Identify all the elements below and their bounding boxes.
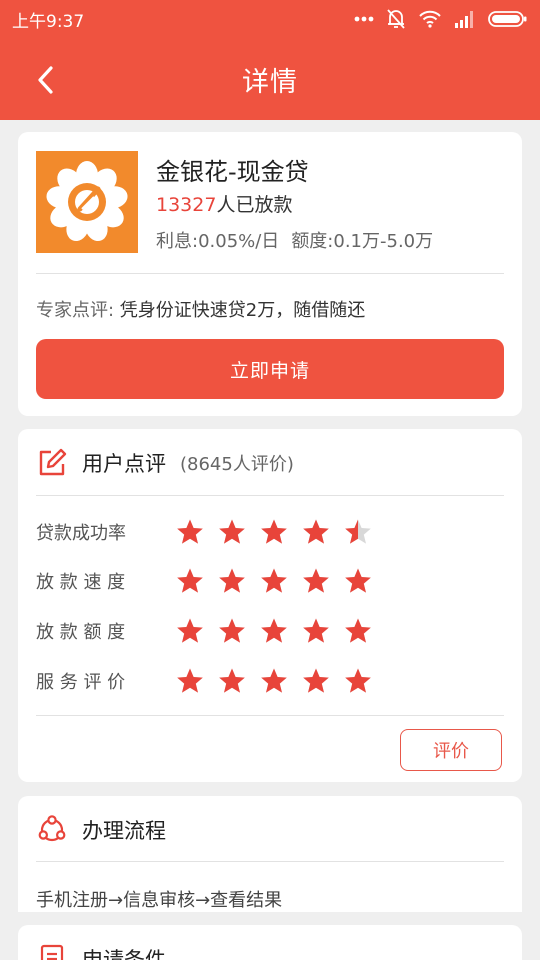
review-section-header: 用户点评 (8645人评价) xyxy=(36,447,294,479)
star-half-icon xyxy=(345,519,371,544)
star-rating xyxy=(176,518,372,546)
back-button[interactable] xyxy=(26,60,66,100)
divider xyxy=(36,861,504,862)
chevron-left-icon xyxy=(38,66,53,94)
rate-info: 利息:0.05%/日 额度:0.1万-5.0万 xyxy=(156,227,433,253)
more-dots-icon xyxy=(354,16,374,22)
battery-icon xyxy=(488,11,527,27)
rating-label: 贷款成功率 xyxy=(36,523,126,544)
process-cycle-icon xyxy=(38,815,66,842)
app-header: 详情 xyxy=(0,38,540,120)
star-full-icon xyxy=(261,618,287,643)
star-full-icon xyxy=(303,618,329,643)
star-full-icon xyxy=(219,568,245,593)
rating-label: 放 款 速 度 xyxy=(36,572,126,593)
mute-bell-icon xyxy=(387,9,405,29)
star-full-icon xyxy=(177,519,203,544)
star-full-icon xyxy=(303,668,329,693)
rating-row-service: 服 务 评 价 xyxy=(36,666,372,696)
star-rating xyxy=(176,667,372,695)
loan-amount: 额度:0.1万-5.0万 xyxy=(291,231,434,252)
loan-count: 13327人已放款 xyxy=(156,190,292,217)
product-name: 金银花-现金贷 xyxy=(156,158,309,186)
expert-review-label: 专家点评: xyxy=(36,300,115,321)
star-full-icon xyxy=(261,568,287,593)
rating-label: 服 务 评 价 xyxy=(36,672,126,693)
rating-row-success-rate: 贷款成功率 xyxy=(36,517,372,547)
star-full-icon xyxy=(303,568,329,593)
expert-review: 专家点评: 凭身份证快速贷2万，随借随还 xyxy=(36,296,365,322)
star-full-icon xyxy=(177,668,203,693)
status-time: 上午9:37 xyxy=(12,11,85,32)
page-title: 详情 xyxy=(242,66,298,98)
process-steps: 手机注册→信息审核→查看结果 xyxy=(36,890,283,911)
star-full-icon xyxy=(261,519,287,544)
star-full-icon xyxy=(261,668,287,693)
apply-now-button[interactable]: 立即申请 xyxy=(36,339,504,399)
star-full-icon xyxy=(219,668,245,693)
star-full-icon xyxy=(345,568,371,593)
status-bar: 上午9:37 xyxy=(0,0,540,38)
signal-icon xyxy=(455,11,473,28)
status-icons xyxy=(354,8,528,30)
loan-count-suffix: 人已放款 xyxy=(216,194,293,216)
expert-review-text: 凭身份证快速贷2万，随借随还 xyxy=(114,300,366,321)
interest-rate: 利息:0.05%/日 xyxy=(156,231,280,252)
user-review-card: 用户点评 (8645人评价) 贷款成功率 放 款 速 度 放 款 额 度 服 务… xyxy=(18,429,522,782)
review-count: (8645人评价) xyxy=(180,454,294,475)
product-card: 金银花-现金贷 13327人已放款 利息:0.05%/日 额度:0.1万-5.0万… xyxy=(18,132,522,416)
document-list-icon xyxy=(40,944,64,960)
star-rating xyxy=(176,567,372,595)
product-logo-icon xyxy=(46,161,128,242)
conditions-card: 申请条件 xyxy=(18,925,522,960)
star-full-icon xyxy=(219,618,245,643)
conditions-title: 申请条件 xyxy=(82,948,166,960)
star-full-icon xyxy=(345,668,371,693)
star-full-icon xyxy=(177,568,203,593)
star-full-icon xyxy=(219,519,245,544)
star-rating xyxy=(176,617,372,645)
process-card: 办理流程 手机注册→信息审核→查看结果 xyxy=(18,796,522,912)
conditions-section-header: 申请条件 xyxy=(36,943,166,960)
edit-icon xyxy=(39,448,67,476)
rating-label: 放 款 额 度 xyxy=(36,622,126,643)
process-section-header: 办理流程 xyxy=(36,814,166,846)
divider xyxy=(36,273,504,274)
rating-row-speed: 放 款 速 度 xyxy=(36,566,372,596)
star-full-icon xyxy=(177,618,203,643)
review-button[interactable]: 评价 xyxy=(400,729,502,771)
divider xyxy=(36,715,504,716)
review-title: 用户点评 xyxy=(82,452,166,476)
process-title: 办理流程 xyxy=(82,819,166,843)
wifi-icon xyxy=(419,10,441,28)
star-full-icon xyxy=(303,519,329,544)
product-logo xyxy=(36,151,138,253)
star-full-icon xyxy=(345,618,371,643)
loan-count-number: 13327 xyxy=(156,194,217,216)
divider xyxy=(36,495,504,496)
rating-row-amount: 放 款 额 度 xyxy=(36,616,372,646)
